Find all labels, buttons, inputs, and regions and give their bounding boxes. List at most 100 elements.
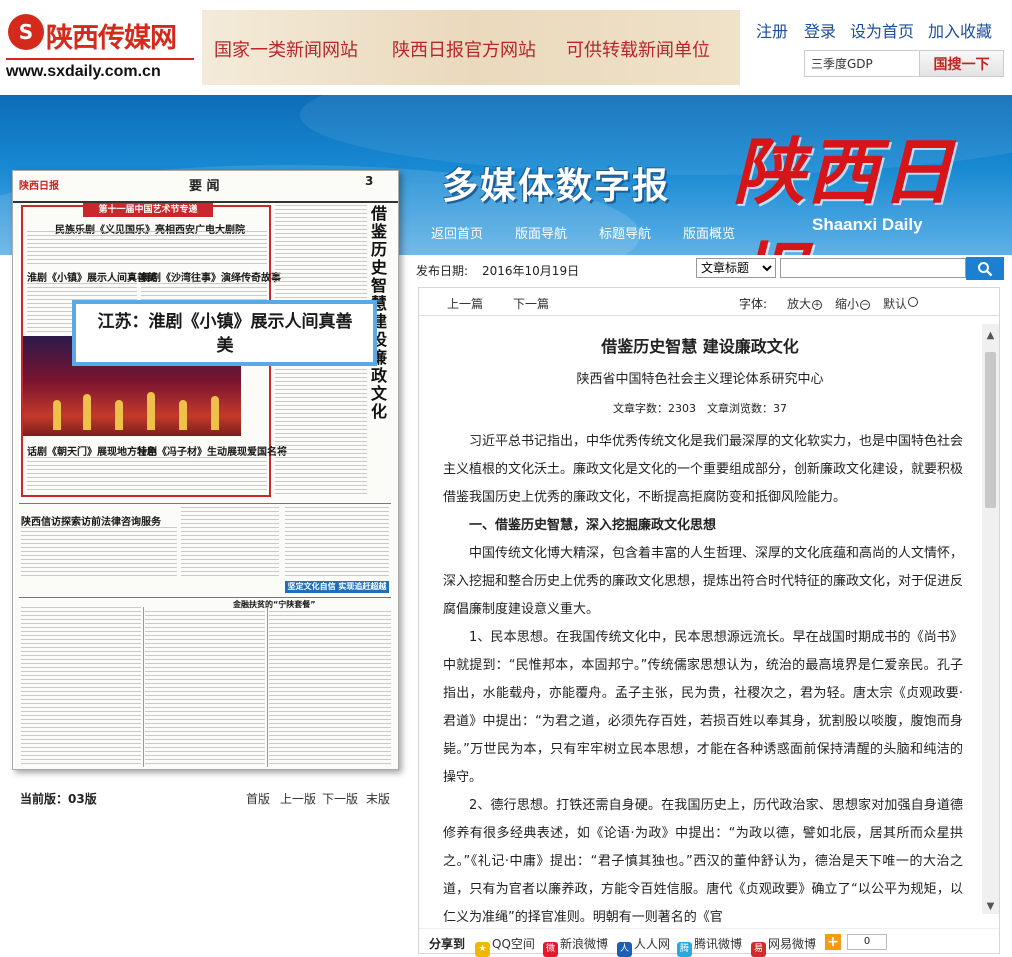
newspaper-brand-en: Shaanxi Daily [812,215,923,234]
scroll-down-icon[interactable]: ▼ [985,901,996,912]
headline[interactable]: 壮剧《冯子材》生动展现爱国名将 [137,443,287,458]
article-content[interactable]: 借鉴历史智慧 建设廉政文化 陕西省中国特色社会主义理论体系研究中心 文章字数：2… [419,317,981,929]
tencent-weibo-icon: 腾 [677,942,692,957]
page-section: 要 闻 [189,179,220,194]
text-block [285,507,389,577]
slogan-2: 陕西日报官方网站 [392,40,536,61]
slogan-3: 可供转载新闻单位 [566,40,710,61]
share-tencent-label: 腾讯微博 [694,937,743,951]
hover-title: 江苏：淮剧《小镇》展示人间真善美 [97,312,353,356]
page-number: 3 [365,174,374,188]
default-size-button[interactable]: 默认 [883,295,919,312]
article-paragraph: 习近平总书记指出，中华优秀传统文化是我们最深厚的文化软实力，也是中国特色社会主义… [443,434,964,505]
set-homepage-link[interactable]: 设为首页 [850,18,914,42]
site-search: 国搜一下 [804,50,1004,77]
headline[interactable]: 陕西信访探索访前法律咨询服务 [21,513,161,528]
current-page-label: 当前版：03版 [20,792,97,806]
column-divider [267,607,268,767]
page-pager: 当前版：03版 首版 上一版 下一版 末版 [20,790,400,808]
nav-page-nav[interactable]: 版面导航 [515,223,567,242]
article-scrollbar[interactable]: ▲ ▼ [982,324,999,914]
login-link[interactable]: 登录 [804,18,836,42]
last-page-link[interactable]: 末版 [366,790,390,807]
share-netease-label: 网易微博 [768,937,817,951]
more-share-icon[interactable]: + [825,934,841,950]
text-block [145,611,265,767]
site-name: 陕西传媒网 [46,23,177,54]
prev-page-link[interactable]: 上一版 [280,790,316,807]
text-block [21,607,141,767]
share-qzone-label: QQ空间 [492,937,535,951]
slogan-banner: 国家一类新闻网站 陕西日报官方网站 可供转载新闻单位 [202,10,740,85]
search-field-select[interactable]: 文章标题 [696,258,776,278]
zoom-in-label: 放大 [787,297,812,311]
headline[interactable]: 金融扶贫的“宁陕套餐” [233,599,316,610]
article-paragraph: 2、德行思想。打铁还需自身硬。在我国历史上，历代政治家、思想家对加强自身道德修养… [443,798,963,925]
next-article-link[interactable]: 下一篇 [513,295,549,312]
photo-figure [147,392,155,430]
first-page-link[interactable]: 首版 [246,790,270,807]
site-header: S 陕西传媒网 www.sxdaily.com.cn 国家一类新闻网站 陕西日报… [0,0,1012,95]
share-renren-label: 人人网 [634,937,671,951]
photo-figure [83,394,91,430]
scroll-thumb[interactable] [985,352,996,508]
column-divider [19,503,391,504]
text-block [269,611,391,767]
headline[interactable]: 淮剧《小镇》展示人间真善美 [27,269,157,284]
register-link[interactable]: 注册 [756,18,788,42]
prev-article-link[interactable]: 上一篇 [447,295,483,312]
article-paragraph: 1、民本思想。在我国传统文化中，民本思想源远流长。早在战国时期成书的《尚书》中就… [443,630,963,785]
article-panel: 上一篇 下一篇 字体: 放大 + 缩小 − 默认 借鉴历史智慧 建设廉政文化 陕西省… [418,287,1000,957]
default-size-label: 默认 [883,297,908,311]
article-paragraph: 中国传统文化博大精深，包含着丰富的人生哲理、深厚的文化底蕴和高尚的人文情怀，深入… [443,546,964,617]
site-search-button[interactable]: 国搜一下 [919,51,1003,76]
mini-logo: 陕西日报 [19,181,59,192]
add-favorite-link[interactable]: 加入收藏 [928,18,992,42]
article-stats: 文章字数：2303 文章浏览数：37 [613,402,787,415]
publish-date-label: 发布日期: [416,264,469,278]
article-search-button[interactable] [966,257,1004,280]
text-block [27,231,267,267]
text-block [181,507,279,579]
multimedia-title: 多媒体数字报 [442,165,671,207]
nav-home[interactable]: 返回首页 [431,223,483,242]
zoom-out-icon: − [860,300,871,310]
page-masthead: 陕西日报 要 闻 3 [13,171,398,203]
logo-mark-icon: S [8,14,44,50]
zoom-in-icon: + [812,300,823,310]
article-hover-tooltip[interactable]: 江苏：淮剧《小镇》展示人间真善美 [72,300,377,366]
article-author: 陕西省中国特色社会主义理论体系研究中心 [576,372,824,387]
site-search-input[interactable] [805,51,919,76]
nav-title-nav[interactable]: 标题导航 [599,223,651,242]
photo-figure [179,400,187,430]
zoom-in-button[interactable]: 放大 + [787,295,823,312]
blue-slogan-bar: 坚定文化自信 实现追赶超越 [285,581,389,593]
text-block [21,527,177,579]
default-size-icon [908,297,919,307]
slogan-1: 国家一类新闻网站 [214,40,358,61]
nav-page-overview[interactable]: 版面概览 [683,223,735,242]
scroll-up-icon[interactable]: ▲ [985,330,996,341]
zoom-out-button[interactable]: 缩小 − [835,295,871,312]
article-toolbar: 上一篇 下一篇 字体: 放大 + 缩小 − 默认 [419,288,999,316]
article-search-input[interactable] [780,258,966,278]
next-page-link[interactable]: 下一版 [322,790,358,807]
sina-weibo-icon: 微 [543,942,558,957]
publish-date: 2016年10月19日 [482,264,580,278]
share-sina-label: 新浪微博 [560,937,609,951]
column-divider [19,597,391,598]
renren-icon: 人 [617,942,632,957]
special-banner: 第十一届中国艺术节专递 [83,203,213,217]
date-search-row: 发布日期: 2016年10月19日 文章标题 [416,256,1004,282]
headline[interactable]: 舞剧《沙湾往事》演绎传奇故事 [141,269,281,284]
netease-weibo-icon: 易 [751,942,766,957]
photo-figure [211,396,219,430]
search-icon [978,262,993,277]
site-logo[interactable]: S 陕西传媒网 www.sxdaily.com.cn [6,8,196,83]
logo-divider [6,58,194,60]
site-url: www.sxdaily.com.cn [6,63,161,80]
newspaper-page-image[interactable]: 陕西日报 要 闻 3 第十一届中国艺术节专递 民族乐剧《义见国乐》亮相西安广电大… [12,170,399,770]
share-bar: 分享到 ★ QQ空间 微新浪微博 人人人网 腾腾讯微博 易网易微博 + 0 [419,928,999,957]
column-divider [143,607,144,767]
qzone-icon: ★ [475,942,490,957]
